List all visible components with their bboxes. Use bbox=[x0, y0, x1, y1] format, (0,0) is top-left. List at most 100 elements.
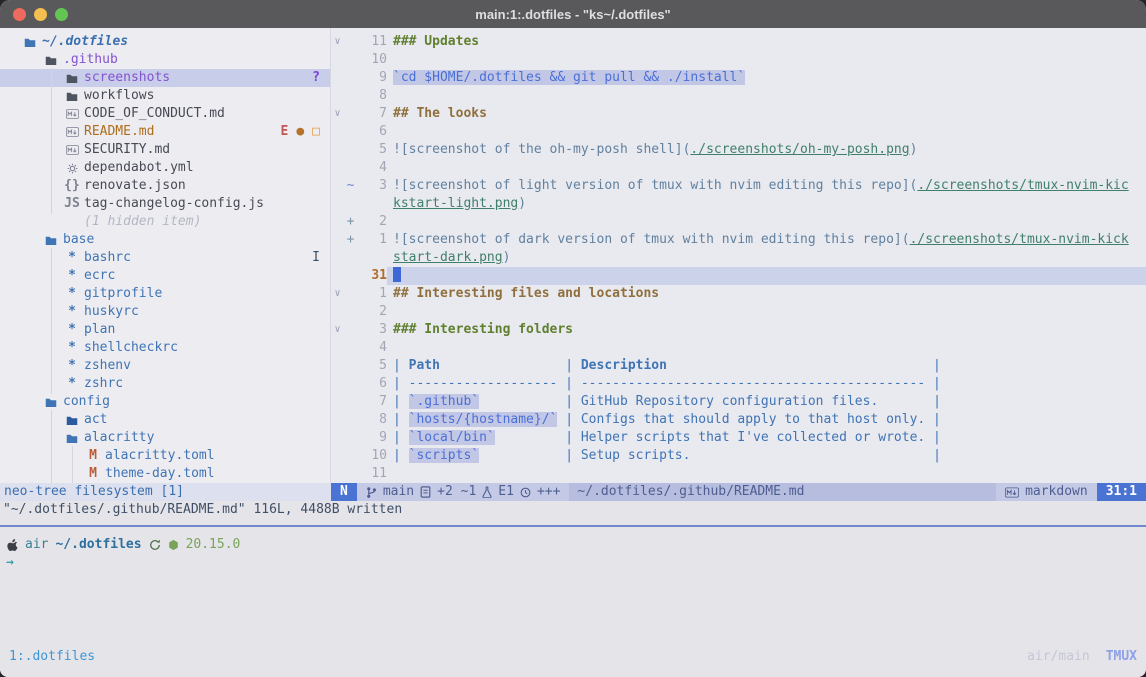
refresh-icon bbox=[149, 539, 161, 551]
editor-line[interactable]: ∨11### Updates bbox=[331, 33, 1146, 51]
tree-item-code-of-conduct-md[interactable]: CODE_OF_CONDUCT.md bbox=[0, 105, 330, 123]
line-text: | ------------------- | ----------------… bbox=[387, 375, 1146, 393]
tree-item-readme-md[interactable]: README.mdE●□ bbox=[0, 123, 330, 141]
git-sign: ~ bbox=[344, 177, 357, 195]
tree-item-zshenv[interactable]: *zshenv bbox=[0, 357, 330, 375]
indent-guide bbox=[43, 195, 64, 213]
tree-item-plan[interactable]: *plan bbox=[0, 321, 330, 339]
editor-line[interactable]: 6| ------------------- | ---------------… bbox=[331, 375, 1146, 393]
tree-item-label: README.md bbox=[84, 123, 154, 141]
editor-line[interactable]: 5| Path | Description | bbox=[331, 357, 1146, 375]
tree-item-config[interactable]: config bbox=[0, 393, 330, 411]
zoom-button[interactable] bbox=[55, 8, 68, 21]
tree-item-act[interactable]: act bbox=[0, 411, 330, 429]
tree-item-base[interactable]: base bbox=[0, 231, 330, 249]
editor-line[interactable]: start-dark.png) bbox=[331, 249, 1146, 267]
editor-line[interactable]: 8| `hosts/{hostname}/` | Configs that sh… bbox=[331, 411, 1146, 429]
editor-line[interactable]: 6 bbox=[331, 123, 1146, 141]
editor-line[interactable]: 4 bbox=[331, 339, 1146, 357]
editor-line[interactable]: ~3![screenshot of light version of tmux … bbox=[331, 177, 1146, 195]
tree-item-bashrc[interactable]: *bashrcI bbox=[0, 249, 330, 267]
editor-line[interactable]: +1![screenshot of dark version of tmux w… bbox=[331, 231, 1146, 249]
indent-guide bbox=[43, 249, 64, 267]
tree-item-alacritty-toml[interactable]: Malacritty.toml bbox=[0, 447, 330, 465]
markdown-link[interactable]: start-dark.png bbox=[393, 250, 503, 265]
fold-column bbox=[331, 411, 344, 429]
editor-line[interactable]: 9`cd $HOME/.dotfiles && git pull && ./in… bbox=[331, 69, 1146, 87]
close-button[interactable] bbox=[13, 8, 26, 21]
fold-column bbox=[331, 303, 344, 321]
fold-column bbox=[331, 249, 344, 267]
editor-line[interactable]: ∨1## Interesting files and locations bbox=[331, 285, 1146, 303]
markdown-link[interactable]: ./screenshots/tmux-nvim-kic bbox=[917, 178, 1128, 193]
editor-line[interactable]: +2 bbox=[331, 213, 1146, 231]
text-segment: ) bbox=[503, 250, 511, 265]
apple-icon bbox=[6, 538, 18, 552]
editor-line[interactable]: 11 bbox=[331, 465, 1146, 483]
text-segment: ### Interesting folders bbox=[393, 322, 573, 337]
tree-item-label: workflows bbox=[84, 87, 154, 105]
shell-pane[interactable]: air ~/.dotfiles 20.15.0 → bbox=[0, 527, 1146, 572]
line-text bbox=[387, 267, 1146, 285]
tree-item-security-md[interactable]: SECURITY.md bbox=[0, 141, 330, 159]
line-text: ## Interesting files and locations bbox=[387, 285, 1146, 303]
tree-item-screenshots[interactable]: screenshots? bbox=[0, 69, 330, 87]
fold-open-icon[interactable]: ∨ bbox=[331, 33, 344, 51]
minimize-button[interactable] bbox=[34, 8, 47, 21]
indent-guide bbox=[22, 69, 43, 87]
editor-line[interactable]: 10| `scripts` | Setup scripts. | bbox=[331, 447, 1146, 465]
sign-column bbox=[344, 249, 357, 267]
indent-guide bbox=[43, 177, 64, 195]
tree-item-zshrc[interactable]: *zshrc bbox=[0, 375, 330, 393]
fold-open-icon[interactable]: ∨ bbox=[331, 105, 344, 123]
tree-item-renovate-json[interactable]: {}renovate.json bbox=[0, 177, 330, 195]
indent-guide bbox=[43, 123, 64, 141]
tree-item-ecrc[interactable]: *ecrc bbox=[0, 267, 330, 285]
tree-item-huskyrc[interactable]: *huskyrc bbox=[0, 303, 330, 321]
tree-item-tag-changelog-config-js[interactable]: JStag-changelog-config.js bbox=[0, 195, 330, 213]
editor-line[interactable]: ∨7## The looks bbox=[331, 105, 1146, 123]
editor-line[interactable]: 7| `.github` | GitHub Repository configu… bbox=[331, 393, 1146, 411]
sign-column bbox=[344, 33, 357, 51]
tree-item-theme-day-toml[interactable]: Mtheme-day.toml bbox=[0, 465, 330, 483]
fold-open-icon[interactable]: ∨ bbox=[331, 285, 344, 303]
line-number: 3 bbox=[357, 321, 387, 339]
editor-line[interactable]: kstart-light.png) bbox=[331, 195, 1146, 213]
tree-item-gitprofile[interactable]: *gitprofile bbox=[0, 285, 330, 303]
tree-item-label: config bbox=[63, 393, 110, 411]
editor-line[interactable]: 9| `local/bin` | Helper scripts that I'v… bbox=[331, 429, 1146, 447]
editor-line[interactable]: 5![screenshot of the oh-my-posh shell](.… bbox=[331, 141, 1146, 159]
markdown-link[interactable]: kstart-light.png bbox=[393, 196, 518, 211]
tree-item-dependabot-yml[interactable]: dependabot.yml bbox=[0, 159, 330, 177]
markdown-link[interactable]: ./screenshots/oh-my-posh.png bbox=[690, 142, 909, 157]
editor-line[interactable]: 8 bbox=[331, 87, 1146, 105]
tree-item-label: alacritty bbox=[84, 429, 154, 447]
window-title: main:1:.dotfiles - "ks~/.dotfiles" bbox=[0, 7, 1146, 22]
editor-line[interactable]: 2 bbox=[331, 303, 1146, 321]
titlebar[interactable]: main:1:.dotfiles - "ks~/.dotfiles" bbox=[0, 0, 1146, 28]
tree-item-label: zshrc bbox=[84, 375, 123, 393]
markdown-link[interactable]: ./screenshots/tmux-nvim-kick bbox=[910, 232, 1129, 247]
editor-line[interactable]: 10 bbox=[331, 51, 1146, 69]
fold-open-icon[interactable]: ∨ bbox=[331, 321, 344, 339]
indent-guide bbox=[22, 357, 43, 375]
indent-guide bbox=[22, 321, 43, 339]
tree-item-1-hidden-item[interactable]: (1 hidden item) bbox=[0, 213, 330, 231]
tree-item-label: screenshots bbox=[84, 69, 170, 87]
line-text: ### Updates bbox=[387, 33, 1146, 51]
editor-line[interactable]: ∨ 3 ### Interesting folders bbox=[331, 321, 1146, 339]
editor-line[interactable]: 4 bbox=[331, 159, 1146, 177]
tree-item-alacritty[interactable]: alacritty bbox=[0, 429, 330, 447]
tree-item-shellcheckrc[interactable]: *shellcheckrc bbox=[0, 339, 330, 357]
editor-line-current[interactable]: 31 bbox=[331, 267, 1146, 285]
git-branch: main bbox=[383, 483, 414, 501]
tree-item-dotfiles[interactable]: ~/.dotfiles bbox=[0, 33, 330, 51]
indent-guide bbox=[22, 159, 43, 177]
fold-column bbox=[331, 51, 344, 69]
line-number: 10 bbox=[357, 447, 387, 465]
tree-item-workflows[interactable]: workflows bbox=[0, 87, 330, 105]
tmux-window-label[interactable]: 1:.dotfiles bbox=[9, 649, 95, 664]
tree-item-github[interactable]: .github bbox=[0, 51, 330, 69]
line-number bbox=[357, 195, 387, 213]
indent-guide bbox=[64, 465, 85, 483]
